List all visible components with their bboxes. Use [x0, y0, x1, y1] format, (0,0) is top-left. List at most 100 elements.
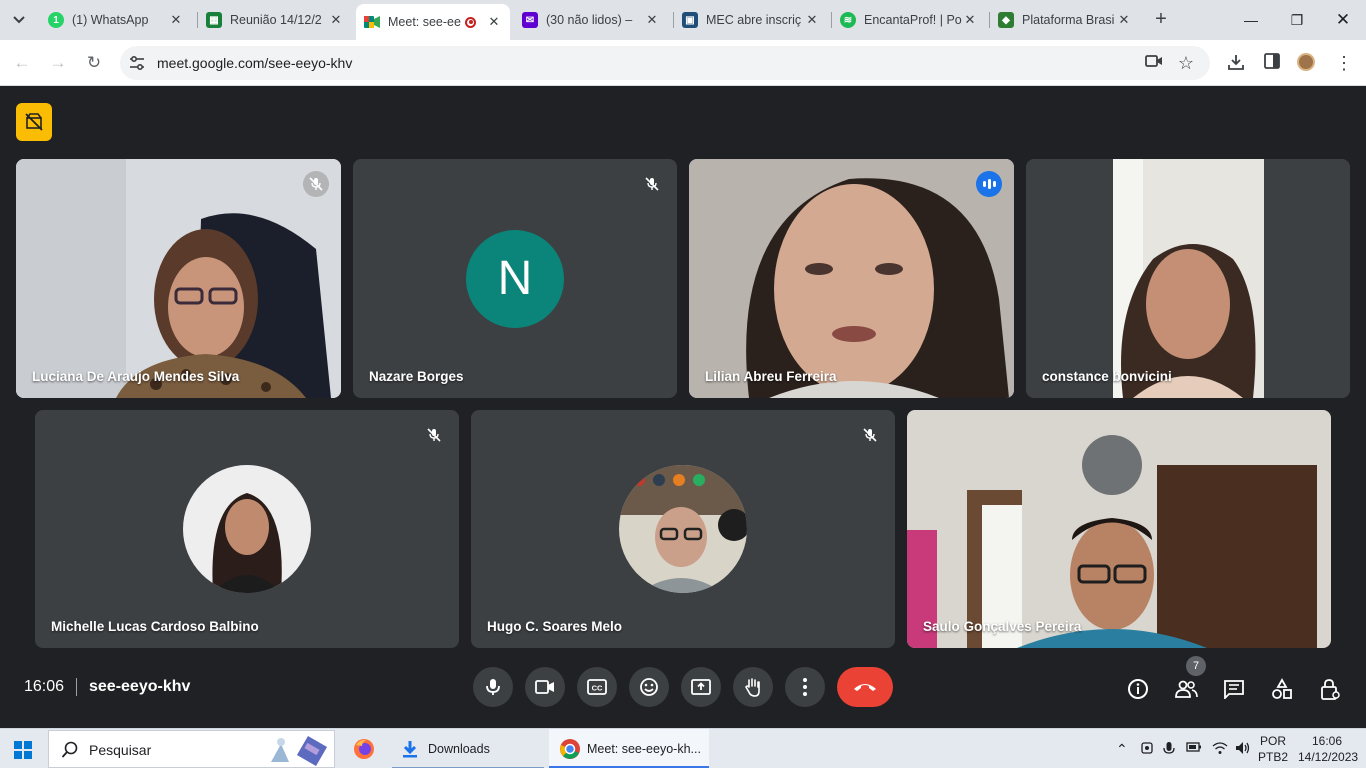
participant-tile-saulo[interactable]: Saulo Gonçalves Pereira: [907, 410, 1331, 648]
recording-icon: [465, 16, 476, 28]
windows-start-button[interactable]: [14, 741, 32, 759]
meeting-details-button[interactable]: [1126, 677, 1150, 701]
participant-tile-luciana[interactable]: Luciana De Araujo Mendes Silva: [16, 159, 341, 398]
new-tab-button[interactable]: +: [1150, 8, 1172, 30]
taskbar-search-box[interactable]: Pesquisar: [48, 730, 335, 768]
tray-wifi-icon[interactable]: [1212, 741, 1228, 758]
meeting-code: see-eeyo-khv: [89, 678, 191, 695]
captions-button[interactable]: CC: [577, 667, 617, 707]
close-tab-icon[interactable]: ✕: [168, 12, 184, 28]
browser-tab-strip: 1 (1) WhatsApp ✕ ▦ Reunião 14/12/2 ✕ Mee…: [0, 0, 1366, 40]
emoji-icon: [640, 678, 658, 696]
spotify-icon: ≋: [840, 12, 856, 28]
bookmark-star-icon[interactable]: ☆: [1177, 54, 1195, 72]
taskbar-firefox[interactable]: [346, 729, 382, 768]
close-tab-icon[interactable]: ✕: [1116, 12, 1132, 28]
microphone-button[interactable]: [473, 667, 513, 707]
search-highlight-illustration: [271, 735, 328, 766]
raise-hand-button[interactable]: [733, 667, 773, 707]
mail-icon: ✉: [522, 12, 538, 28]
close-tab-icon[interactable]: ✕: [486, 14, 502, 30]
input-language-indicator[interactable]: POR PTB2: [1258, 733, 1288, 765]
close-window-button[interactable]: ✕: [1320, 6, 1366, 34]
tab-spotify[interactable]: ≋ EncantaProf! | Po ✕: [832, 4, 986, 36]
participant-name: Luciana De Araujo Mendes Silva: [32, 369, 240, 384]
closed-captions-icon: CC: [587, 679, 607, 695]
url-text: meet.google.com/see-eeyo-khv: [157, 55, 353, 71]
search-icon: [61, 741, 78, 758]
tray-microphone-icon[interactable]: [1163, 741, 1175, 760]
tab-meet[interactable]: Meet: see-ee ✕: [356, 4, 510, 40]
tab-plataforma[interactable]: ◆ Plataforma Brasi ✕: [990, 4, 1140, 36]
taskbar-clock[interactable]: 16:06 14/12/2023: [1298, 733, 1358, 765]
download-icon[interactable]: [1226, 53, 1246, 73]
tab-search-button[interactable]: [6, 7, 32, 33]
windows-logo-icon: [14, 741, 32, 759]
participant-name: Lilian Abreu Ferreira: [705, 369, 837, 384]
chat-icon: [1224, 680, 1244, 699]
people-icon: [1175, 680, 1198, 698]
reactions-button[interactable]: [629, 667, 669, 707]
restore-button[interactable]: ❐: [1274, 6, 1320, 34]
reload-button[interactable]: ↻: [80, 49, 108, 77]
taskbar-downloads[interactable]: Downloads: [392, 729, 544, 768]
close-tab-icon[interactable]: ✕: [644, 12, 660, 28]
participant-tile-hugo[interactable]: Hugo C. Soares Melo: [471, 410, 895, 648]
no-video-icon: [25, 113, 43, 131]
chevron-down-icon: [13, 16, 25, 24]
tray-battery-icon[interactable]: [1186, 741, 1202, 756]
people-button[interactable]: [1174, 677, 1198, 701]
browser-menu-icon[interactable]: ⋮: [1334, 53, 1354, 73]
more-options-button[interactable]: [785, 667, 825, 707]
site-settings-icon[interactable]: [128, 54, 146, 72]
activities-icon: [1272, 678, 1292, 699]
participant-tile-nazare[interactable]: N Nazare Borges: [353, 159, 677, 398]
camera-button[interactable]: [525, 667, 565, 707]
host-controls-button[interactable]: [1318, 677, 1342, 701]
participant-video: [16, 159, 341, 398]
side-panel-icon[interactable]: [1262, 53, 1282, 73]
taskbar-chrome-meet[interactable]: Meet: see-eeyo-kh...: [549, 729, 709, 768]
participant-tile-michelle[interactable]: Michelle Lucas Cardoso Balbino: [35, 410, 459, 648]
lock-person-icon: [1321, 679, 1340, 700]
people-count-badge: 7: [1186, 656, 1206, 676]
sheets-icon: ▦: [206, 12, 222, 28]
avatar: [619, 465, 747, 593]
tab-whatsapp[interactable]: 1 (1) WhatsApp ✕: [40, 4, 192, 36]
minimize-button[interactable]: —: [1228, 6, 1274, 34]
present-screen-icon: [691, 679, 711, 695]
present-screen-button[interactable]: [681, 667, 721, 707]
close-tab-icon[interactable]: ✕: [328, 12, 344, 28]
camera-in-use-icon[interactable]: [1145, 54, 1163, 72]
participant-tile-constance[interactable]: constance bonvicini: [1026, 159, 1350, 398]
participant-tile-lilian[interactable]: Lilian Abreu Ferreira: [689, 159, 1014, 398]
meet-stage: Luciana De Araujo Mendes Silva N Nazare …: [0, 87, 1366, 728]
forward-button[interactable]: →: [44, 49, 72, 77]
raise-hand-icon: [745, 678, 760, 697]
close-tab-icon[interactable]: ✕: [962, 12, 978, 28]
address-bar[interactable]: meet.google.com/see-eeyo-khv ☆: [120, 46, 1210, 80]
meeting-clock: 16:06: [24, 678, 65, 695]
tab-news[interactable]: ▣ MEC abre inscriç ✕: [674, 4, 828, 36]
avatar: N: [466, 229, 564, 328]
tab-yahoo-mail[interactable]: ✉ (30 não lidos) – ✕: [514, 4, 668, 36]
participant-name: Saulo Gonçalves Pereira: [923, 619, 1082, 634]
tab-sheets[interactable]: ▦ Reunião 14/12/2 ✕: [198, 4, 352, 36]
muted-mic-icon: [639, 171, 665, 197]
back-button[interactable]: ←: [8, 49, 36, 77]
tray-chevron-up-icon[interactable]: ⌃: [1116, 741, 1128, 758]
muted-mic-icon: [421, 422, 447, 448]
speaking-indicator-icon: [976, 171, 1002, 197]
close-tab-icon[interactable]: ✕: [804, 12, 820, 28]
camera-off-badge[interactable]: [16, 103, 52, 141]
meet-icon: [364, 14, 380, 30]
tray-camera-icon[interactable]: [1140, 741, 1154, 758]
activities-button[interactable]: [1270, 677, 1294, 701]
profile-avatar-icon[interactable]: [1297, 53, 1317, 73]
leave-call-button[interactable]: [837, 667, 893, 707]
participant-name: Nazare Borges: [369, 369, 464, 384]
chat-button[interactable]: [1222, 677, 1246, 701]
participant-video: [689, 159, 1014, 398]
tray-volume-icon[interactable]: [1235, 741, 1251, 758]
platform-icon: ◆: [998, 12, 1014, 28]
